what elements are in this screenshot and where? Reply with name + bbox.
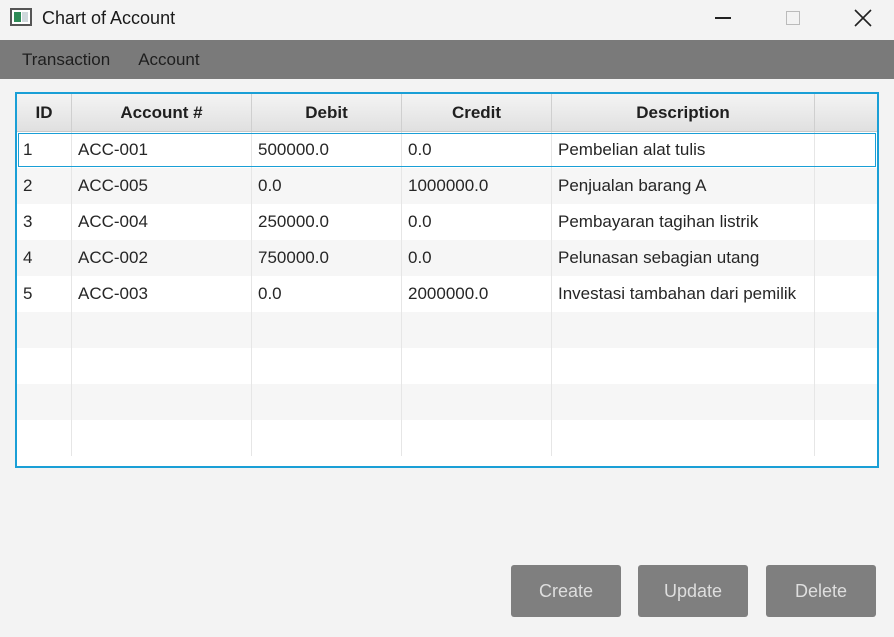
cell-description bbox=[552, 420, 815, 456]
menu-transaction[interactable]: Transaction bbox=[22, 50, 110, 70]
maximize-button[interactable] bbox=[770, 0, 816, 36]
table-row[interactable]: 2 ACC-005 0.0 1000000.0 Penjualan barang A bbox=[17, 168, 877, 204]
cell-debit bbox=[252, 348, 402, 384]
empty-table-row bbox=[17, 420, 877, 456]
empty-table-row bbox=[17, 312, 877, 348]
minimize-icon bbox=[715, 17, 731, 19]
menu-bar: Transaction Account bbox=[0, 40, 894, 79]
cell-id bbox=[17, 384, 72, 420]
column-header-id[interactable]: ID bbox=[17, 94, 72, 131]
cell-filler bbox=[815, 132, 877, 168]
cell-filler bbox=[815, 420, 877, 456]
cell-filler bbox=[815, 384, 877, 420]
cell-credit: 2000000.0 bbox=[402, 276, 552, 312]
update-button[interactable]: Update bbox=[638, 565, 748, 617]
table-row[interactable]: 5 ACC-003 0.0 2000000.0 Investasi tambahan d… bbox=[17, 276, 877, 312]
cell-id: 4 bbox=[17, 240, 72, 276]
cell-account bbox=[72, 384, 252, 420]
cell-debit: 0.0 bbox=[252, 276, 402, 312]
cell-account: ACC-005 bbox=[72, 168, 252, 204]
window-title: Chart of Account bbox=[42, 8, 176, 28]
accounts-table[interactable]: ID Account # Debit Credit Description 1A… bbox=[15, 92, 879, 468]
menu-account[interactable]: Account bbox=[138, 50, 199, 70]
cell-description bbox=[552, 384, 815, 420]
cell-id bbox=[17, 312, 72, 348]
table-body: 1 ACC-001 500000.0 0.0 Pembelian alat tulis 2… bbox=[17, 132, 877, 456]
column-header-filler bbox=[815, 94, 877, 131]
cell-account bbox=[72, 348, 252, 384]
cell-account: ACC-002 bbox=[72, 240, 252, 276]
cell-id: 2 bbox=[17, 168, 72, 204]
cell-id bbox=[17, 420, 72, 456]
cell-id bbox=[17, 348, 72, 384]
close-button[interactable] bbox=[840, 0, 886, 36]
cell-account: ACC-001 bbox=[72, 132, 252, 168]
cell-account: ACC-003 bbox=[72, 276, 252, 312]
column-header-credit[interactable]: Credit bbox=[402, 94, 552, 131]
cell-filler bbox=[815, 276, 877, 312]
cell-description: Pembayaran tagihan listrik bbox=[552, 204, 815, 240]
table-row[interactable]: 1 ACC-001 500000.0 0.0 Pembelian alat tulis bbox=[17, 132, 877, 168]
cell-description: Penjualan barang A bbox=[552, 168, 815, 204]
create-button[interactable]: Create bbox=[511, 565, 621, 617]
delete-button[interactable]: Delete bbox=[766, 565, 876, 617]
cell-credit: 0.0 bbox=[402, 204, 552, 240]
title-bar: Chart of Account bbox=[0, 0, 894, 40]
cell-id: 3 bbox=[17, 204, 72, 240]
cell-filler bbox=[815, 240, 877, 276]
maximize-icon bbox=[786, 11, 800, 25]
close-icon bbox=[854, 9, 872, 27]
cell-account bbox=[72, 420, 252, 456]
cell-debit: 500000.0 bbox=[252, 132, 402, 168]
cell-filler bbox=[815, 312, 877, 348]
cell-filler bbox=[815, 168, 877, 204]
cell-credit: 1000000.0 bbox=[402, 168, 552, 204]
cell-filler bbox=[815, 204, 877, 240]
table-header: ID Account # Debit Credit Description bbox=[17, 94, 877, 132]
cell-account bbox=[72, 312, 252, 348]
table-row[interactable]: 3 ACC-004 250000.0 0.0 Pembayaran tagihan li… bbox=[17, 204, 877, 240]
cell-debit: 250000.0 bbox=[252, 204, 402, 240]
cell-id: 1 bbox=[17, 132, 72, 168]
empty-table-row bbox=[17, 348, 877, 384]
cell-debit bbox=[252, 312, 402, 348]
cell-credit bbox=[402, 420, 552, 456]
table-row[interactable]: 4 ACC-002 750000.0 0.0 Pelunasan sebagian ut… bbox=[17, 240, 877, 276]
minimize-button[interactable] bbox=[700, 0, 746, 36]
cell-debit bbox=[252, 420, 402, 456]
cell-filler bbox=[815, 348, 877, 384]
app-window-icon bbox=[10, 8, 32, 26]
cell-description bbox=[552, 348, 815, 384]
cell-credit: 0.0 bbox=[402, 132, 552, 168]
empty-table-row bbox=[17, 384, 877, 420]
cell-credit: 0.0 bbox=[402, 240, 552, 276]
cell-debit: 750000.0 bbox=[252, 240, 402, 276]
cell-description: Investasi tambahan dari pemilik bbox=[552, 276, 815, 312]
cell-credit bbox=[402, 384, 552, 420]
cell-description: Pembelian alat tulis bbox=[552, 132, 815, 168]
cell-id: 5 bbox=[17, 276, 72, 312]
cell-description bbox=[552, 312, 815, 348]
cell-description: Pelunasan sebagian utang bbox=[552, 240, 815, 276]
column-header-debit[interactable]: Debit bbox=[252, 94, 402, 131]
cell-credit bbox=[402, 312, 552, 348]
cell-debit bbox=[252, 384, 402, 420]
column-header-account[interactable]: Account # bbox=[72, 94, 252, 131]
cell-account: ACC-004 bbox=[72, 204, 252, 240]
cell-credit bbox=[402, 348, 552, 384]
cell-debit: 0.0 bbox=[252, 168, 402, 204]
column-header-description[interactable]: Description bbox=[552, 94, 815, 131]
